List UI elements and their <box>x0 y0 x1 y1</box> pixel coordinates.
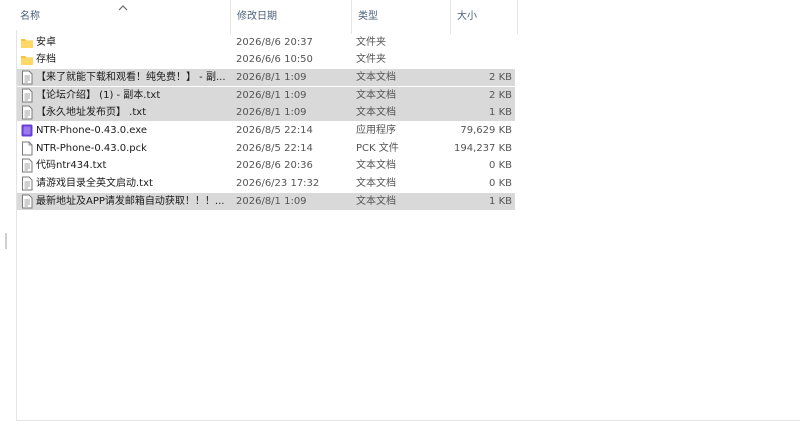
left-edge-marker <box>5 233 7 249</box>
column-header-date-label: 修改日期 <box>237 11 277 22</box>
file-row[interactable]: NTR-Phone-0.43.0.exe 2026/8/5 22:14 应用程序 79… <box>17 122 515 139</box>
column-header-name-label: 名称 <box>20 11 40 22</box>
file-name: 代码ntr434.txt <box>36 160 107 171</box>
folder-icon <box>20 35 34 50</box>
file-name: 【来了就能下载和观看！纯免费！】 - 副... <box>36 72 226 83</box>
file-date-modified: 2026/8/1 1:09 <box>236 107 307 118</box>
file-name: NTR-Phone-0.43.0.pck <box>36 143 147 154</box>
file-name: 安卓 <box>36 37 56 48</box>
file-size <box>447 51 512 68</box>
file-type: 应用程序 <box>356 125 396 136</box>
file-date-modified: 2026/8/5 22:14 <box>236 143 313 154</box>
file-row[interactable]: NTR-Phone-0.43.0.pck 2026/8/5 22:14 PCK 文件… <box>17 140 515 157</box>
app-icon <box>20 123 34 138</box>
file-row[interactable]: 请游戏目录全英文启动.txt 2026/6/23 17:32 文本文档 0 KB <box>17 175 515 192</box>
file-date-modified: 2026/6/23 17:32 <box>236 178 320 189</box>
column-header-size[interactable]: 大小 <box>450 0 519 34</box>
text-file-icon <box>20 158 34 173</box>
file-name: 存档 <box>36 54 56 65</box>
text-file-icon <box>20 88 34 103</box>
file-size: 79,629 KB <box>460 125 512 136</box>
file-size: 2 KB <box>489 90 512 101</box>
file-name: NTR-Phone-0.43.0.exe <box>36 125 148 136</box>
file-row[interactable]: 存档 2026/6/6 10:50 文件夹 <box>17 51 515 68</box>
file-type: 文本文档 <box>356 72 396 83</box>
file-type: 文本文档 <box>356 90 396 101</box>
file-name: 最新地址及APP请发邮箱自动获取！！！... <box>36 196 225 207</box>
file-size: 1 KB <box>489 107 512 118</box>
text-file-icon <box>20 176 34 191</box>
file-row[interactable]: 【论坛介绍】 (1) - 副本.txt 2026/8/1 1:09 文本文档 2 KB <box>17 87 515 104</box>
column-header-size-label: 大小 <box>457 11 477 22</box>
file-size: 0 KB <box>489 178 512 189</box>
chevron-up-icon <box>118 5 128 11</box>
file-type: 文本文档 <box>356 107 396 118</box>
file-size <box>447 34 512 51</box>
file-type: 文件夹 <box>356 37 386 48</box>
file-name: 【论坛介绍】 (1) - 副本.txt <box>36 90 161 101</box>
file-date-modified: 2026/8/6 20:36 <box>236 160 313 171</box>
text-file-icon <box>20 105 34 120</box>
file-row[interactable]: 【来了就能下载和观看！纯免费！】 - 副... 2026/8/1 1:09 文本文档… <box>17 69 515 86</box>
file-explorer-view: 名称 修改日期 类型 大小 安卓 2026/8/6 20:37 文件夹 存档 2026/… <box>0 0 800 427</box>
folder-icon <box>20 52 34 67</box>
column-header-bar: 名称 修改日期 类型 大小 <box>0 0 620 34</box>
file-type: 文件夹 <box>356 54 386 65</box>
file-row[interactable]: 安卓 2026/8/6 20:37 文件夹 <box>17 34 515 51</box>
file-name: 【永久地址发布页】 .txt <box>36 107 147 118</box>
file-type: 文本文档 <box>356 160 396 171</box>
column-header-date-modified[interactable]: 修改日期 <box>230 0 352 34</box>
file-row[interactable]: 【永久地址发布页】 .txt 2026/8/1 1:09 文本文档 1 KB <box>17 104 515 121</box>
file-date-modified: 2026/8/6 20:37 <box>236 37 313 48</box>
file-date-modified: 2026/8/1 1:09 <box>236 72 307 83</box>
file-type: 文本文档 <box>356 178 396 189</box>
column-header-filler <box>517 0 618 34</box>
file-type: PCK 文件 <box>356 143 399 154</box>
file-name: 请游戏目录全英文启动.txt <box>36 178 153 189</box>
column-header-type-label: 类型 <box>358 11 378 22</box>
text-file-icon <box>20 70 34 85</box>
file-date-modified: 2026/8/5 22:14 <box>236 125 313 136</box>
column-header-type[interactable]: 类型 <box>351 0 453 34</box>
blank-file-icon <box>20 141 34 156</box>
file-row[interactable]: 代码ntr434.txt 2026/8/6 20:36 文本文档 0 KB <box>17 157 515 174</box>
file-date-modified: 2026/8/1 1:09 <box>236 196 307 207</box>
file-size: 0 KB <box>489 160 512 171</box>
file-type: 文本文档 <box>356 196 396 207</box>
file-size: 194,237 KB <box>454 143 512 154</box>
text-file-icon <box>20 194 34 209</box>
file-row[interactable]: 最新地址及APP请发邮箱自动获取！！！... 2026/8/1 1:09 文本文档 1… <box>17 193 515 210</box>
file-size: 2 KB <box>489 72 512 83</box>
pane-bottom-border <box>16 420 800 421</box>
file-date-modified: 2026/6/6 10:50 <box>236 54 313 65</box>
file-date-modified: 2026/8/1 1:09 <box>236 90 307 101</box>
file-size: 1 KB <box>489 196 512 207</box>
